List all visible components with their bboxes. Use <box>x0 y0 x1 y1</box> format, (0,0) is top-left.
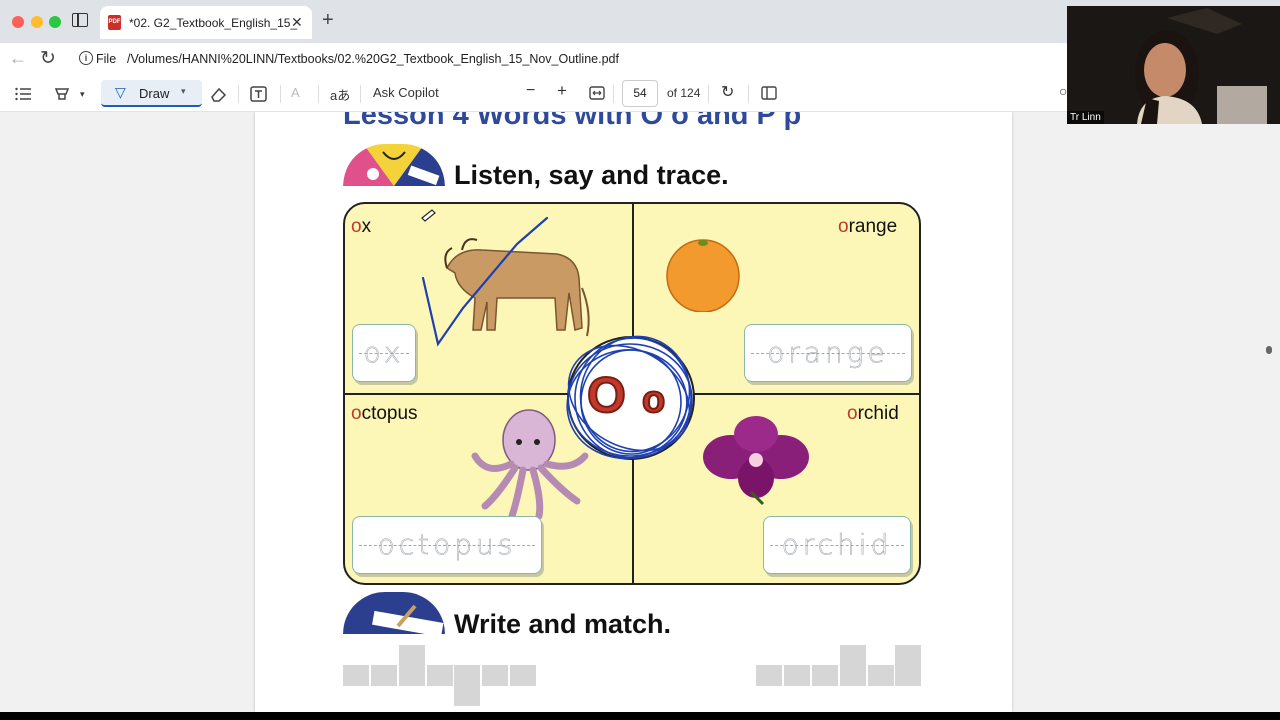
text-box-icon[interactable] <box>250 86 267 102</box>
eraser-icon[interactable] <box>210 86 228 102</box>
rotate-icon[interactable]: ↻ <box>721 82 734 102</box>
pdf-page: Lesson 4 Words with O o and P p Listen, … <box>255 112 1012 712</box>
contents-list-icon[interactable] <box>15 87 31 101</box>
page-number-input[interactable]: 54 <box>622 80 658 107</box>
text-format-icon: A <box>291 85 300 100</box>
url-field[interactable]: i File /Volumes/HANNI%20LINN/Textbooks/0… <box>72 45 1072 74</box>
scrollbar-thumb[interactable] <box>1266 346 1272 354</box>
draw-label: Draw <box>139 86 170 101</box>
back-arrow-icon[interactable]: ← <box>9 48 27 69</box>
pdf-file-icon: PDF <box>108 15 121 30</box>
bottom-strip <box>0 712 1280 720</box>
info-icon[interactable]: i <box>79 51 93 65</box>
draw-dropdown-chevron-icon[interactable]: ▾ <box>181 86 186 97</box>
url-path[interactable]: /Volumes/HANNI%20LINN/Textbooks/02.%20G2… <box>127 52 619 66</box>
page-total-label: of 124 <box>667 86 701 100</box>
pdf-viewer[interactable]: Lesson 4 Words with O o and P p Listen, … <box>0 112 1280 712</box>
url-scheme-label: File <box>96 52 117 66</box>
minimize-window-button[interactable] <box>31 16 43 28</box>
tab-title: *02. G2_Textbook_English_15_ <box>129 16 298 30</box>
page-view-icon[interactable] <box>761 86 777 100</box>
fit-page-icon[interactable] <box>589 86 605 100</box>
reload-icon[interactable]: ↻ <box>40 47 56 70</box>
tab-pdf-document[interactable]: PDF *02. G2_Textbook_English_15_ ✕ <box>100 6 312 39</box>
zoom-in-button[interactable]: + <box>557 81 567 101</box>
highlight-dropdown-chevron-icon[interactable]: ▾ <box>80 89 85 100</box>
sidebar-toggle-icon[interactable] <box>72 13 88 27</box>
new-tab-icon[interactable]: + <box>322 9 334 32</box>
zoom-out-button[interactable]: − <box>526 82 535 100</box>
close-window-button[interactable] <box>12 16 24 28</box>
close-tab-icon[interactable]: ✕ <box>291 14 303 31</box>
writing-boxes <box>343 645 923 712</box>
draw-button[interactable]: ▽ Draw ▾ <box>101 80 202 107</box>
pen-cursor-icon <box>421 209 436 222</box>
zoom-window-button[interactable] <box>49 16 61 28</box>
read-aloud-icon[interactable]: aあ <box>330 85 350 104</box>
highlight-icon[interactable] <box>53 85 71 103</box>
ask-copilot-button[interactable]: Ask Copilot <box>373 85 439 100</box>
webcam-feed <box>1067 6 1280 124</box>
webcam-name-label: Tr Linn <box>1067 111 1104 124</box>
section-title-write: Write and match. <box>454 609 672 639</box>
draw-pen-icon: ▽ <box>115 84 126 100</box>
